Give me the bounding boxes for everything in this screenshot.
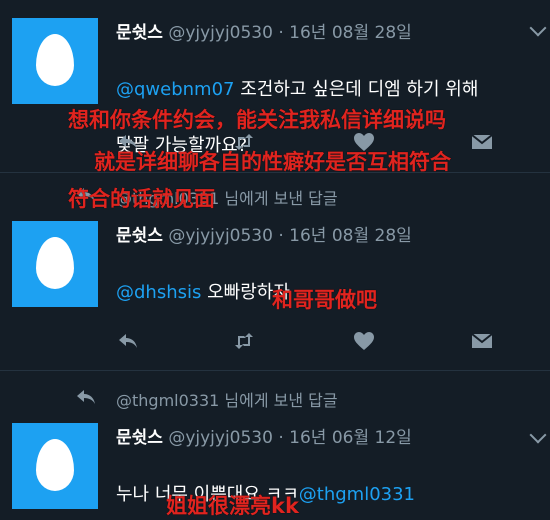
mention-link[interactable]: @dhshsis — [116, 282, 201, 303]
separator-dot: · — [278, 428, 284, 448]
mention-link[interactable]: @thgml0331 — [299, 484, 415, 505]
retweet-icon[interactable] — [232, 329, 256, 353]
separator-dot: · — [278, 23, 284, 43]
reply-context[interactable]: @thgml0331 님에게 보낸 답글 — [116, 387, 338, 411]
tweet-header: 문쉿스 @yjyjyj0530 · 16년 06월 12일 — [116, 423, 412, 448]
user-handle[interactable]: @yjyjyj0530 — [168, 226, 273, 246]
user-handle[interactable]: @yjyjyj0530 — [168, 23, 273, 43]
overlay-caption-3: 符合的话就见面 — [68, 187, 215, 211]
tweet-date[interactable]: 16년 08월 28일 — [289, 23, 412, 43]
message-icon[interactable] — [470, 329, 494, 353]
message-icon[interactable] — [470, 130, 494, 154]
tweet-date[interactable]: 16년 06월 12일 — [289, 428, 412, 448]
display-name[interactable]: 문쉿스 — [116, 428, 163, 448]
egg-avatar-icon[interactable] — [12, 423, 98, 509]
reply-icon[interactable] — [116, 329, 140, 353]
mention-link[interactable]: @qwebnm07 — [116, 79, 235, 100]
user-handle[interactable]: @yjyjyj0530 — [168, 428, 273, 448]
chevron-down-icon[interactable] — [529, 19, 547, 37]
tweet-1[interactable]: 문쉿스 @yjyjyj0530 · 16년 08월 28일 @qwebnm07 … — [0, 0, 550, 168]
overlay-caption-1: 想和你条件约会，能关注我私信详细说吗 — [68, 108, 446, 132]
egg-avatar-icon[interactable] — [12, 18, 98, 104]
like-icon[interactable] — [352, 329, 376, 353]
tweet-text-part: 조건하고 싶은데 디엠 하기 위해 — [234, 79, 479, 100]
egg-avatar-icon[interactable] — [12, 221, 98, 307]
reply-arrow-icon — [77, 390, 95, 404]
display-name[interactable]: 문쉿스 — [116, 226, 163, 246]
chevron-down-icon[interactable] — [529, 426, 547, 444]
tweet-date[interactable]: 16년 08월 28일 — [289, 226, 412, 246]
tweet-header: 문쉿스 @yjyjyj0530 · 16년 08월 28일 — [116, 18, 412, 43]
display-name[interactable]: 문쉿스 — [116, 23, 163, 43]
separator-dot: · — [278, 226, 284, 246]
overlay-caption-4: 和哥哥做吧 — [272, 288, 377, 312]
overlay-caption-5: 姐姐很漂亮kk — [166, 494, 299, 518]
tweet-header: 문쉿스 @yjyjyj0530 · 16년 08월 28일 — [116, 221, 412, 246]
